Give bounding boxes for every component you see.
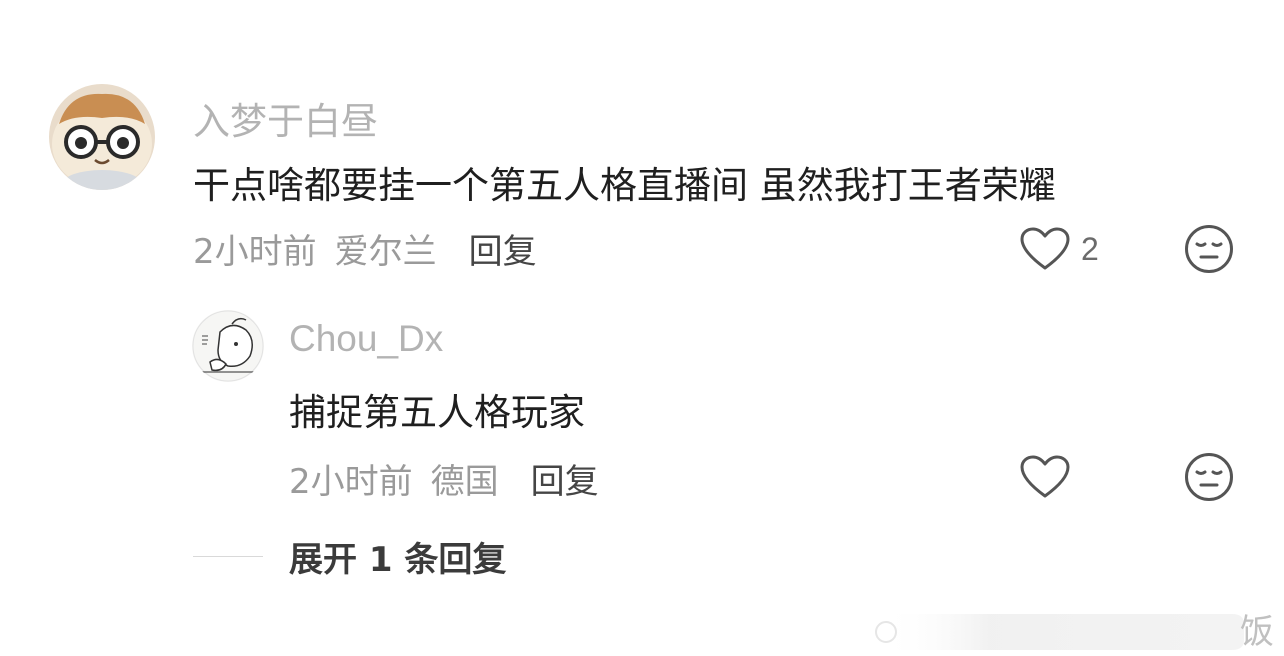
comment-text: 干点啥都要挂一个第五人格直播间 虽然我打王者荣耀	[193, 164, 1056, 207]
heart-icon	[1020, 227, 1070, 270]
expand-divider	[193, 556, 263, 557]
reply-like-button[interactable]	[1019, 452, 1071, 502]
comment-time: 2小时前	[193, 232, 317, 272]
like-button[interactable]: 2	[1019, 224, 1099, 274]
reaction-button[interactable]	[1184, 224, 1234, 278]
reply-location: 德国	[430, 462, 499, 502]
watermark: 饭	[872, 600, 1284, 656]
comment-username[interactable]: 入梦于白昼	[193, 91, 378, 145]
expand-replies[interactable]: 展开 1 条回复	[193, 532, 506, 581]
reply-text: 捕捉第五人格玩家	[289, 391, 585, 434]
plush-hamster-avatar-icon	[49, 84, 155, 190]
reply-reply-button[interactable]: 回复	[531, 462, 599, 502]
avatar[interactable]	[49, 84, 155, 190]
reply-avatar[interactable]	[192, 310, 264, 382]
neutral-face-icon	[1185, 225, 1233, 273]
like-count: 2	[1081, 230, 1099, 267]
reply-username[interactable]: Chou_Dx	[289, 318, 443, 360]
comment-meta: 2小时前 爱尔兰 回复	[193, 224, 537, 273]
watermark-text: 饭	[1240, 612, 1274, 652]
reply-button[interactable]: 回复	[469, 232, 537, 272]
neutral-face-icon	[1185, 453, 1233, 501]
reply-reaction-button[interactable]	[1184, 452, 1234, 506]
watermark-bubble-icon	[875, 614, 1244, 650]
heart-icon	[1020, 455, 1070, 498]
reply-meta: 2小时前 德国 回复	[289, 454, 599, 503]
comment-thread: 入梦于白昼 干点啥都要挂一个第五人格直播间 虽然我打王者荣耀 2小时前 爱尔兰 回复…	[0, 0, 1284, 656]
reply-time: 2小时前	[289, 462, 413, 502]
sketch-bird-avatar-icon	[192, 310, 264, 382]
comment-location: 爱尔兰	[334, 232, 437, 272]
expand-replies-label[interactable]: 展开 1 条回复	[289, 532, 506, 581]
